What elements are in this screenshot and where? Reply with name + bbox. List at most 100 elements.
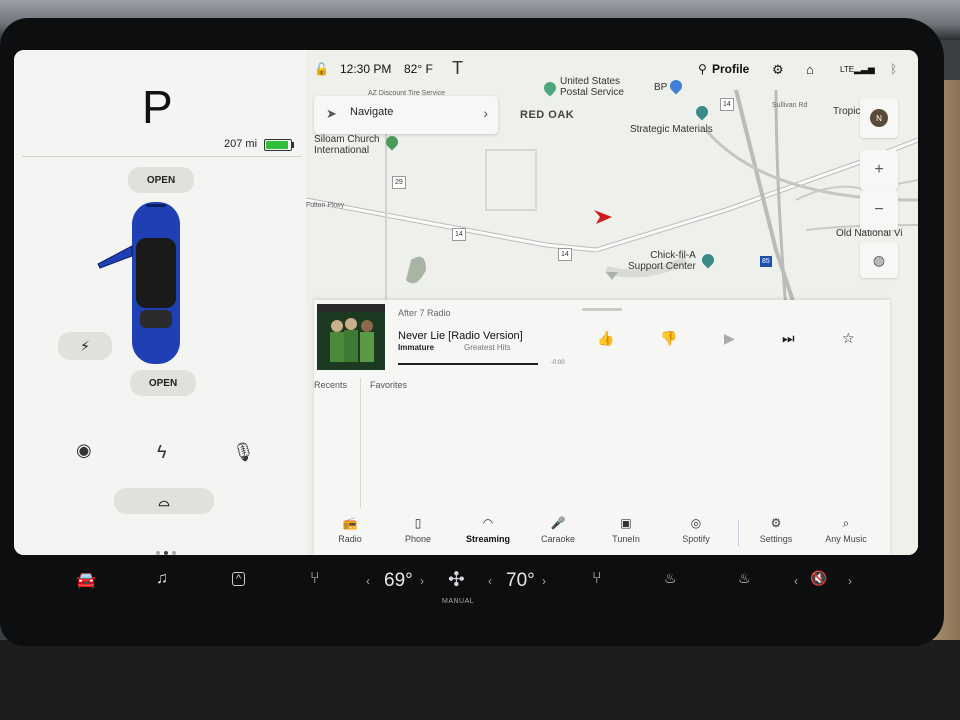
navigate-search-box[interactable]: ➤ Navigate ›: [314, 96, 498, 134]
search-icon: ⌕: [842, 516, 850, 530]
profile-button[interactable]: Profile: [712, 62, 749, 76]
navigate-arrow-icon: ➤: [326, 106, 337, 121]
frunk-open-button[interactable]: OPEN: [128, 167, 194, 193]
windshield-wiper-icon: ⌓: [158, 492, 170, 509]
route-shield-14: 14: [558, 248, 572, 261]
person-icon: ⚲: [698, 62, 707, 76]
thumbs-up-icon[interactable]: 👍: [597, 330, 614, 347]
time-remaining: -0:00: [551, 360, 565, 366]
source-radio[interactable]: 📻 Radio: [318, 516, 382, 544]
driver-temp-down-button[interactable]: ‹: [366, 574, 370, 588]
divider: [738, 520, 739, 546]
thumbs-down-icon[interactable]: 👎: [660, 330, 677, 347]
tunein-icon: ▣: [620, 516, 632, 530]
source-settings[interactable]: ⚙ Settings: [744, 516, 808, 544]
album-name: Greatest Hits: [464, 343, 511, 352]
lock-icon[interactable]: 🔓: [314, 62, 329, 76]
trunk-open-button[interactable]: OPEN: [130, 370, 196, 396]
source-spotify[interactable]: ◎ Spotify: [664, 516, 728, 544]
route-shield-29: 29: [392, 176, 406, 189]
home-icon[interactable]: ⌂: [806, 62, 814, 77]
driver-temperature: 69°: [384, 570, 413, 591]
microphone-icon: 🎤: [550, 516, 566, 530]
gear-indicator: P: [142, 81, 173, 133]
map-label-fulton: Fulton Pkwy: [306, 202, 345, 209]
source-caraoke[interactable]: 🎤 Caraoke: [526, 516, 590, 544]
artist-name: Immature: [398, 343, 435, 352]
climate-bar: 🚘 ♫ ^ ⑂ ‹ 69° › ✣ MANUAL ‹ 70° › ⑂ ♨ ♨ ‹…: [20, 558, 920, 610]
passenger-temperature: 70°: [506, 570, 535, 591]
route-shield-85: 85: [760, 256, 772, 267]
phone-icon: ▯: [414, 516, 422, 530]
driver-seat-heater-icon[interactable]: ⑂: [310, 570, 320, 588]
zoom-in-button[interactable]: +: [860, 150, 898, 190]
route-shield-14: 14: [720, 98, 734, 111]
front-defrost-icon[interactable]: ♨: [664, 570, 677, 587]
windshield-wiper-button[interactable]: ⌓: [114, 488, 214, 514]
source-tunein[interactable]: ▣ TuneIn: [594, 516, 658, 544]
page-indicator: [154, 542, 178, 555]
range-readout: 207 mi: [224, 138, 258, 150]
route-shield-14: 14: [452, 228, 466, 241]
divider: [360, 378, 361, 508]
radio-icon: 📻: [342, 516, 358, 530]
signal-bars-icon: ▂▃▅: [854, 64, 875, 74]
map-label-strategic: Strategic Materials: [630, 124, 713, 135]
map-label-sullivan: Sullivan Rd: [772, 102, 808, 109]
rear-defrost-icon[interactable]: ♨: [738, 570, 751, 587]
car-icon[interactable]: 🚘: [76, 570, 96, 590]
battery-icon: [264, 139, 292, 151]
station-name: After 7 Radio: [398, 308, 451, 318]
source-phone[interactable]: ▯ Phone: [386, 516, 450, 544]
charge-port-button[interactable]: ⚡: [58, 332, 112, 360]
bluetooth-icon[interactable]: ᛒ: [890, 62, 897, 76]
media-player: After 7 Radio Never Lie [Radio Version] …: [314, 300, 890, 555]
settings-gear-icon[interactable]: ⚙: [772, 62, 784, 78]
microphone-icon[interactable]: 🎙: [232, 442, 255, 463]
compass-button[interactable]: N: [860, 98, 898, 138]
fan-mode-label: MANUAL: [442, 598, 475, 605]
progress-bar[interactable]: [398, 363, 538, 365]
source-any-music[interactable]: ⌕ Any Music: [814, 516, 878, 544]
streaming-icon: ◠: [482, 516, 494, 530]
map-label-bp: BP: [654, 82, 668, 93]
passenger-temp-down-button[interactable]: ‹: [488, 574, 492, 588]
play-icon[interactable]: ▶: [724, 330, 735, 347]
source-streaming[interactable]: ◠ Streaming: [456, 516, 520, 544]
tab-favorites[interactable]: Favorites: [370, 380, 407, 390]
volume-up-button[interactable]: ›: [848, 574, 852, 588]
outside-temperature: 82° F: [404, 62, 433, 76]
song-title: Never Lie [Radio Version]: [398, 330, 523, 342]
mute-icon[interactable]: 🔇: [810, 570, 827, 587]
compass-icon: N: [870, 109, 888, 127]
music-note-icon[interactable]: ♫: [156, 570, 168, 588]
background-console: [0, 640, 960, 720]
navigate-label: Navigate: [350, 106, 394, 118]
power-icon[interactable]: ϟ: [157, 442, 167, 463]
globe-icon: ◍: [872, 251, 886, 268]
album-art[interactable]: [317, 304, 385, 370]
volume-down-button[interactable]: ‹: [794, 574, 798, 588]
tesla-logo-icon[interactable]: T: [452, 58, 463, 79]
divider: [22, 156, 302, 157]
passenger-temp-up-button[interactable]: ›: [542, 574, 546, 588]
next-track-icon[interactable]: ⏭: [782, 330, 795, 347]
favorite-star-icon[interactable]: ☆: [842, 330, 855, 347]
zoom-out-button[interactable]: −: [860, 190, 898, 230]
status-bar: 🔓 12:30 PM 82° F T ⚲ Profile ⚙ ⌂ LTE ▂▃▅…: [306, 58, 918, 80]
battery-tip: [292, 142, 294, 148]
driver-temp-up-button[interactable]: ›: [420, 574, 424, 588]
map-label-siloam: Siloam Church International: [314, 134, 380, 156]
drag-handle[interactable]: [582, 308, 622, 311]
map-label-tropic: Tropic: [833, 106, 861, 117]
spotify-icon: ◎: [690, 516, 702, 530]
passenger-seat-heater-icon[interactable]: ⑂: [592, 570, 602, 588]
satellite-view-button[interactable]: ◍: [860, 242, 898, 278]
clock: 12:30 PM: [340, 62, 392, 76]
headlights-icon[interactable]: ◉: [76, 440, 92, 461]
fan-icon[interactable]: ✣: [448, 567, 465, 592]
media-sources-bar: 📻 Radio ▯ Phone ◠ Streaming 🎤 Caraoke ▣ …: [314, 512, 890, 555]
tab-recents[interactable]: Recents: [314, 380, 347, 390]
map-label-chick: Chick-fil-A Support Center: [628, 250, 696, 272]
app-launcher-icon[interactable]: ^: [232, 572, 246, 586]
